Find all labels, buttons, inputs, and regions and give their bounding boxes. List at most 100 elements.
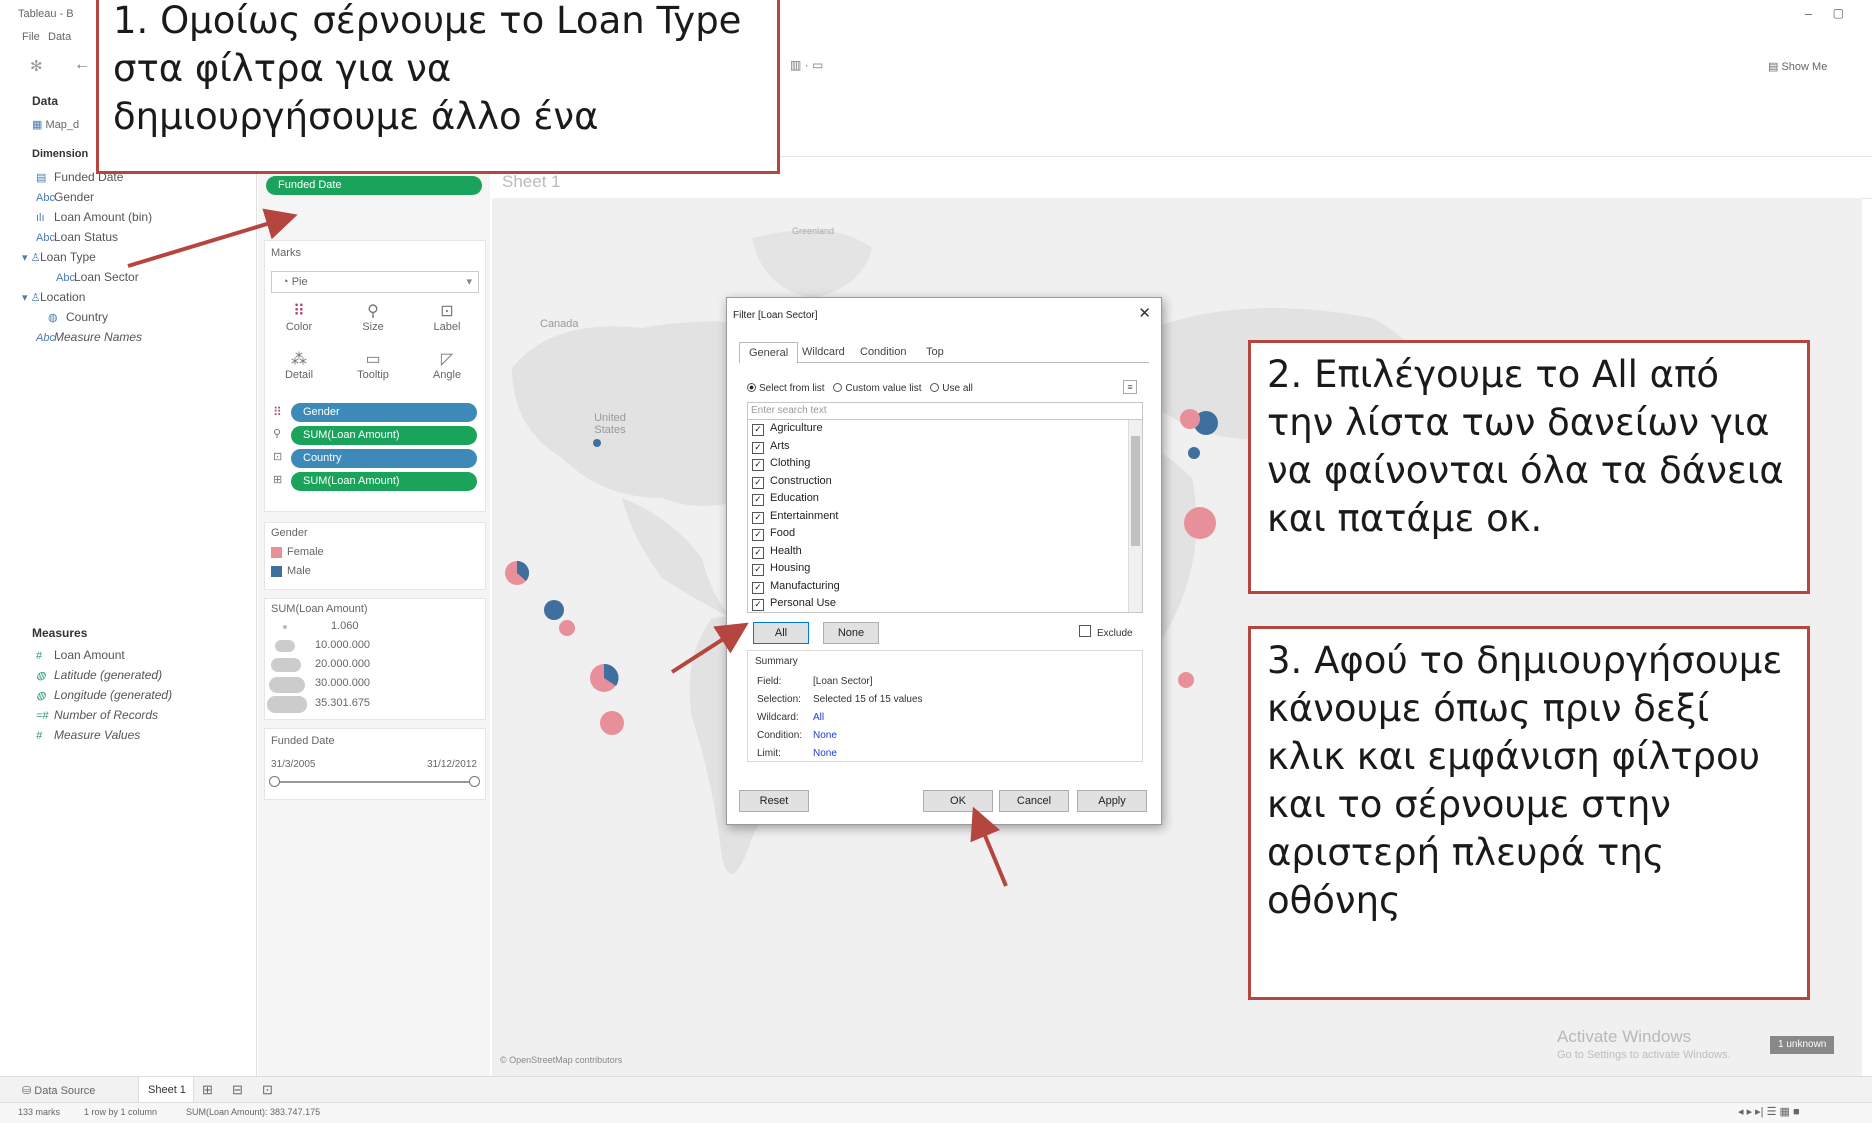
mark-tooltip-button[interactable]: ▭ Tooltip — [345, 345, 401, 391]
reset-button[interactable]: Reset — [739, 790, 809, 812]
mark-angle-button[interactable]: ◸ Angle — [419, 345, 475, 391]
all-button[interactable]: All — [753, 622, 809, 644]
pie-mark[interactable] — [559, 620, 575, 636]
mark-size-button[interactable]: ⚲ Size — [345, 297, 401, 343]
list-item[interactable]: ✓ Manufacturing — [752, 578, 1142, 596]
presentation-icon[interactable]: ▥ · ▭ — [790, 58, 823, 72]
field-label: Measure Values — [54, 728, 141, 742]
show-me-label: Show Me — [1781, 61, 1828, 73]
summary-key: Selection: — [757, 694, 801, 705]
cancel-button[interactable]: Cancel — [999, 790, 1069, 812]
pie-mark[interactable] — [1188, 447, 1200, 459]
list-item-label: Construction — [770, 474, 832, 487]
label-icon: ⊡ — [440, 303, 454, 320]
mark-type-dropdown[interactable]: ◔ Pie ▾ — [271, 271, 479, 293]
cards-column: Funded Date Marks ◔ Pie ▾ ⠿ Color ⚲ Size ⊡ L… — [258, 86, 490, 1076]
back-icon[interactable]: ← — [74, 56, 90, 74]
field-measure-names[interactable]: AbcMeasure Names — [36, 330, 142, 344]
show-me-button[interactable]: ▤ Show Me — [1768, 60, 1827, 73]
tab-condition[interactable]: Condition — [851, 342, 915, 362]
mark-pill-sum-angle[interactable]: SUM(Loan Amount) — [291, 472, 477, 491]
summary-value[interactable]: All — [813, 712, 824, 723]
ok-button[interactable]: OK — [923, 790, 993, 812]
filter-pill-funded-date[interactable]: Funded Date — [266, 176, 482, 195]
list-item[interactable]: ✓ Personal Use — [752, 595, 1142, 612]
exclude-checkbox[interactable]: Exclude — [1079, 625, 1133, 639]
view-controls-icon[interactable]: ◂ ▸ ▸| ☰ ▦ ■ — [1738, 1105, 1800, 1118]
sheet-title: Sheet 1 — [502, 172, 561, 191]
list-options-icon[interactable]: ≡ — [1123, 380, 1137, 394]
none-button[interactable]: None — [823, 622, 879, 644]
list-scrollbar[interactable] — [1128, 420, 1142, 612]
unknown-badge[interactable]: 1 unknown — [1770, 1036, 1835, 1054]
summary-key: Field: — [757, 676, 782, 687]
minimize-icon[interactable]: – — [1805, 6, 1812, 21]
pie-mark[interactable] — [1180, 409, 1200, 429]
list-item[interactable]: ✓ Food — [752, 525, 1142, 543]
tab-top[interactable]: Top — [917, 342, 953, 362]
pie-mark[interactable] — [1178, 672, 1194, 688]
field-loan-sector[interactable]: AbcLoan Sector — [56, 270, 139, 284]
sheet-tab[interactable]: Sheet 1 — [138, 1077, 194, 1103]
mark-pill-country[interactable]: Country — [291, 449, 477, 468]
list-item[interactable]: ✓ Education — [752, 490, 1142, 508]
field-longitude[interactable]: ◍ Longitude (generated) — [36, 688, 172, 702]
list-item[interactable]: ✓ Housing — [752, 560, 1142, 578]
radio-group: Select from list Custom value list Use a… — [747, 383, 973, 394]
list-item[interactable]: ✓ Clothing — [752, 455, 1142, 473]
field-number-of-records[interactable]: =# Number of Records — [36, 708, 158, 722]
measure-icon: # — [36, 730, 43, 742]
search-input[interactable]: Enter search text — [747, 402, 1143, 420]
field-country[interactable]: ◍ Country — [48, 310, 108, 324]
slider-handle-start[interactable] — [269, 776, 280, 787]
field-location[interactable]: ▾ ♙Location — [22, 290, 85, 304]
close-icon[interactable]: ✕ — [1138, 304, 1151, 322]
data-pane-header: Data — [32, 94, 59, 108]
field-measure-values[interactable]: # Measure Values — [36, 728, 140, 742]
summary-value[interactable]: None — [813, 748, 837, 759]
mark-label-button[interactable]: ⊡ Label — [419, 297, 475, 343]
activate-windows-title: Activate Windows — [1557, 1027, 1692, 1046]
new-story-icon[interactable]: ⊡ — [262, 1082, 273, 1098]
summary-value[interactable]: None — [813, 730, 837, 741]
new-sheet-icon[interactable]: ⊞ — [202, 1082, 213, 1098]
new-dashboard-icon[interactable]: ⊟ — [232, 1082, 243, 1098]
menu-file[interactable]: File — [22, 31, 40, 43]
slider-handle-end[interactable] — [469, 776, 480, 787]
list-item[interactable]: ✓ Health — [752, 543, 1142, 561]
pie-mark[interactable] — [1184, 507, 1216, 539]
menu-data[interactable]: Data — [48, 31, 71, 43]
tab-wildcard[interactable]: Wildcard — [793, 342, 854, 362]
mark-pill-sum-size[interactable]: SUM(Loan Amount) — [291, 426, 477, 445]
apply-button[interactable]: Apply — [1077, 790, 1147, 812]
scrollbar-thumb[interactable] — [1131, 436, 1140, 546]
size-swatch — [283, 625, 287, 629]
tab-general[interactable]: General — [739, 342, 799, 363]
abc-icon: Abc — [36, 332, 55, 344]
maximize-icon[interactable]: ▢ — [1833, 6, 1844, 20]
field-loan-amount[interactable]: # Loan Amount — [36, 648, 125, 662]
list-item[interactable]: ✓ Agriculture — [752, 420, 1142, 438]
legend-swatch-female — [271, 547, 282, 558]
pie-mark[interactable] — [600, 711, 624, 735]
radio-custom-value-list[interactable]: Custom value list — [833, 383, 922, 394]
radio-select-from-list[interactable]: Select from list — [747, 383, 825, 394]
mark-detail-button[interactable]: ⁂ Detail — [271, 345, 327, 391]
field-latitude[interactable]: ◍ Latitude (generated) — [36, 668, 162, 682]
date-range-slider[interactable] — [273, 781, 473, 783]
field-loan-type[interactable]: ▾ ♙Loan Type — [22, 250, 96, 264]
datasource-item[interactable]: ▦ Map_d — [32, 118, 79, 131]
field-loan-status[interactable]: AbcLoan Status — [36, 230, 118, 244]
mark-pill-gender[interactable]: Gender — [291, 403, 477, 422]
data-source-tab[interactable]: ⛁ Data Source — [22, 1084, 95, 1097]
field-gender[interactable]: AbcGender — [36, 190, 94, 204]
mark-color-button[interactable]: ⠿ Color — [271, 297, 327, 343]
pie-mark[interactable] — [593, 439, 601, 447]
field-loan-amount-bin[interactable]: ılı Loan Amount (bin) — [36, 210, 152, 224]
pie-mark[interactable] — [544, 600, 564, 620]
size-legend-value: 30.000.000 — [315, 677, 371, 689]
list-item[interactable]: ✓ Arts — [752, 438, 1142, 456]
radio-use-all[interactable]: Use all — [930, 383, 973, 394]
list-item[interactable]: ✓ Construction — [752, 473, 1142, 491]
list-item[interactable]: ✓ Entertainment — [752, 508, 1142, 526]
